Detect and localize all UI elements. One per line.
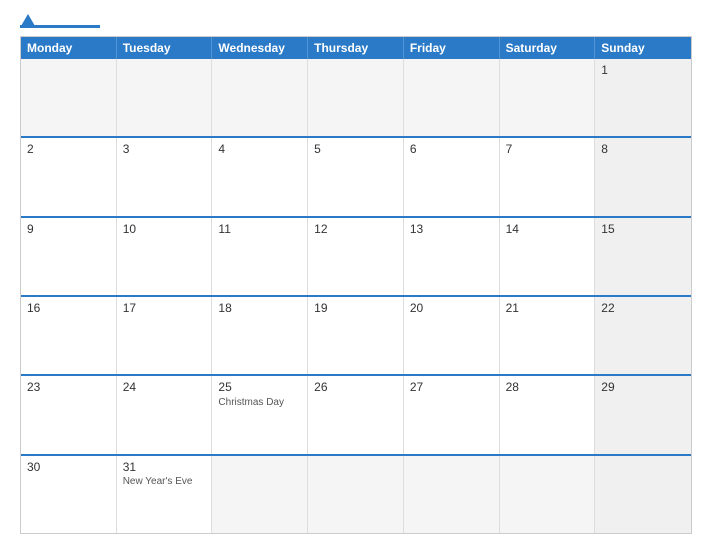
logo xyxy=(20,16,100,28)
header xyxy=(20,16,692,28)
day-cell: 16 xyxy=(21,297,117,374)
day-number: 17 xyxy=(123,301,206,315)
day-number: 3 xyxy=(123,142,206,156)
day-cell: 15 xyxy=(595,218,691,295)
day-number: 26 xyxy=(314,380,397,394)
day-number: 29 xyxy=(601,380,685,394)
day-number: 30 xyxy=(27,460,110,474)
day-cell: 20 xyxy=(404,297,500,374)
day-cell xyxy=(500,59,596,136)
day-header-saturday: Saturday xyxy=(500,37,596,59)
logo-blue-bar xyxy=(20,25,100,28)
day-cell xyxy=(404,59,500,136)
day-cell: 29 xyxy=(595,376,691,453)
day-header-thursday: Thursday xyxy=(308,37,404,59)
day-cell xyxy=(595,456,691,533)
day-number: 19 xyxy=(314,301,397,315)
day-cell: 18 xyxy=(212,297,308,374)
day-number: 24 xyxy=(123,380,206,394)
day-cell xyxy=(117,59,213,136)
day-cell: 28 xyxy=(500,376,596,453)
day-number: 28 xyxy=(506,380,589,394)
calendar: MondayTuesdayWednesdayThursdayFridaySatu… xyxy=(20,36,692,534)
week-row-2: 9 10 11 12 13 14 15 xyxy=(21,216,691,295)
day-number: 10 xyxy=(123,222,206,236)
weeks-container: 1234567891011121314151617181920212223242… xyxy=(21,59,691,533)
day-cell: 7 xyxy=(500,138,596,215)
day-cell: 12 xyxy=(308,218,404,295)
day-cell xyxy=(308,59,404,136)
day-number: 11 xyxy=(218,222,301,236)
day-cell: 8 xyxy=(595,138,691,215)
day-cell: 9 xyxy=(21,218,117,295)
day-number: 14 xyxy=(506,222,589,236)
day-number: 6 xyxy=(410,142,493,156)
day-number: 5 xyxy=(314,142,397,156)
day-headers-row: MondayTuesdayWednesdayThursdayFridaySatu… xyxy=(21,37,691,59)
day-number: 27 xyxy=(410,380,493,394)
day-cell: 17 xyxy=(117,297,213,374)
day-number: 4 xyxy=(218,142,301,156)
day-cell: 30 xyxy=(21,456,117,533)
day-number: 15 xyxy=(601,222,685,236)
day-cell: 11 xyxy=(212,218,308,295)
day-cell: 21 xyxy=(500,297,596,374)
week-row-0: 1 xyxy=(21,59,691,136)
day-cell: 3 xyxy=(117,138,213,215)
day-event: New Year's Eve xyxy=(123,476,206,488)
day-number: 12 xyxy=(314,222,397,236)
day-number: 23 xyxy=(27,380,110,394)
day-number: 20 xyxy=(410,301,493,315)
day-cell xyxy=(212,456,308,533)
day-cell: 1 xyxy=(595,59,691,136)
day-number: 8 xyxy=(601,142,685,156)
day-cell xyxy=(21,59,117,136)
day-header-monday: Monday xyxy=(21,37,117,59)
day-header-wednesday: Wednesday xyxy=(212,37,308,59)
day-cell: 26 xyxy=(308,376,404,453)
day-cell: 31 New Year's Eve xyxy=(117,456,213,533)
day-number: 2 xyxy=(27,142,110,156)
day-cell: 4 xyxy=(212,138,308,215)
day-number: 25 xyxy=(218,380,301,394)
day-cell xyxy=(404,456,500,533)
day-number: 18 xyxy=(218,301,301,315)
week-row-3: 16 17 18 19 20 21 22 xyxy=(21,295,691,374)
day-number: 22 xyxy=(601,301,685,315)
day-number: 21 xyxy=(506,301,589,315)
week-row-4: 23 24 25 Christmas Day 26 27 28 29 xyxy=(21,374,691,453)
day-number: 31 xyxy=(123,460,206,474)
day-cell: 25 Christmas Day xyxy=(212,376,308,453)
day-cell xyxy=(500,456,596,533)
day-header-tuesday: Tuesday xyxy=(117,37,213,59)
day-number: 13 xyxy=(410,222,493,236)
day-number: 9 xyxy=(27,222,110,236)
day-cell: 2 xyxy=(21,138,117,215)
day-cell: 5 xyxy=(308,138,404,215)
day-cell: 13 xyxy=(404,218,500,295)
day-header-friday: Friday xyxy=(404,37,500,59)
week-row-5: 30 31 New Year's Eve xyxy=(21,454,691,533)
day-cell: 14 xyxy=(500,218,596,295)
day-cell: 22 xyxy=(595,297,691,374)
day-cell: 27 xyxy=(404,376,500,453)
day-cell: 23 xyxy=(21,376,117,453)
week-row-1: 2345678 xyxy=(21,136,691,215)
day-cell: 10 xyxy=(117,218,213,295)
day-number: 1 xyxy=(601,63,685,77)
page: MondayTuesdayWednesdayThursdayFridaySatu… xyxy=(0,0,712,550)
day-number: 16 xyxy=(27,301,110,315)
day-event: Christmas Day xyxy=(218,397,301,409)
day-cell: 19 xyxy=(308,297,404,374)
day-cell xyxy=(212,59,308,136)
day-number: 7 xyxy=(506,142,589,156)
day-cell: 24 xyxy=(117,376,213,453)
day-cell: 6 xyxy=(404,138,500,215)
day-header-sunday: Sunday xyxy=(595,37,691,59)
day-cell xyxy=(308,456,404,533)
